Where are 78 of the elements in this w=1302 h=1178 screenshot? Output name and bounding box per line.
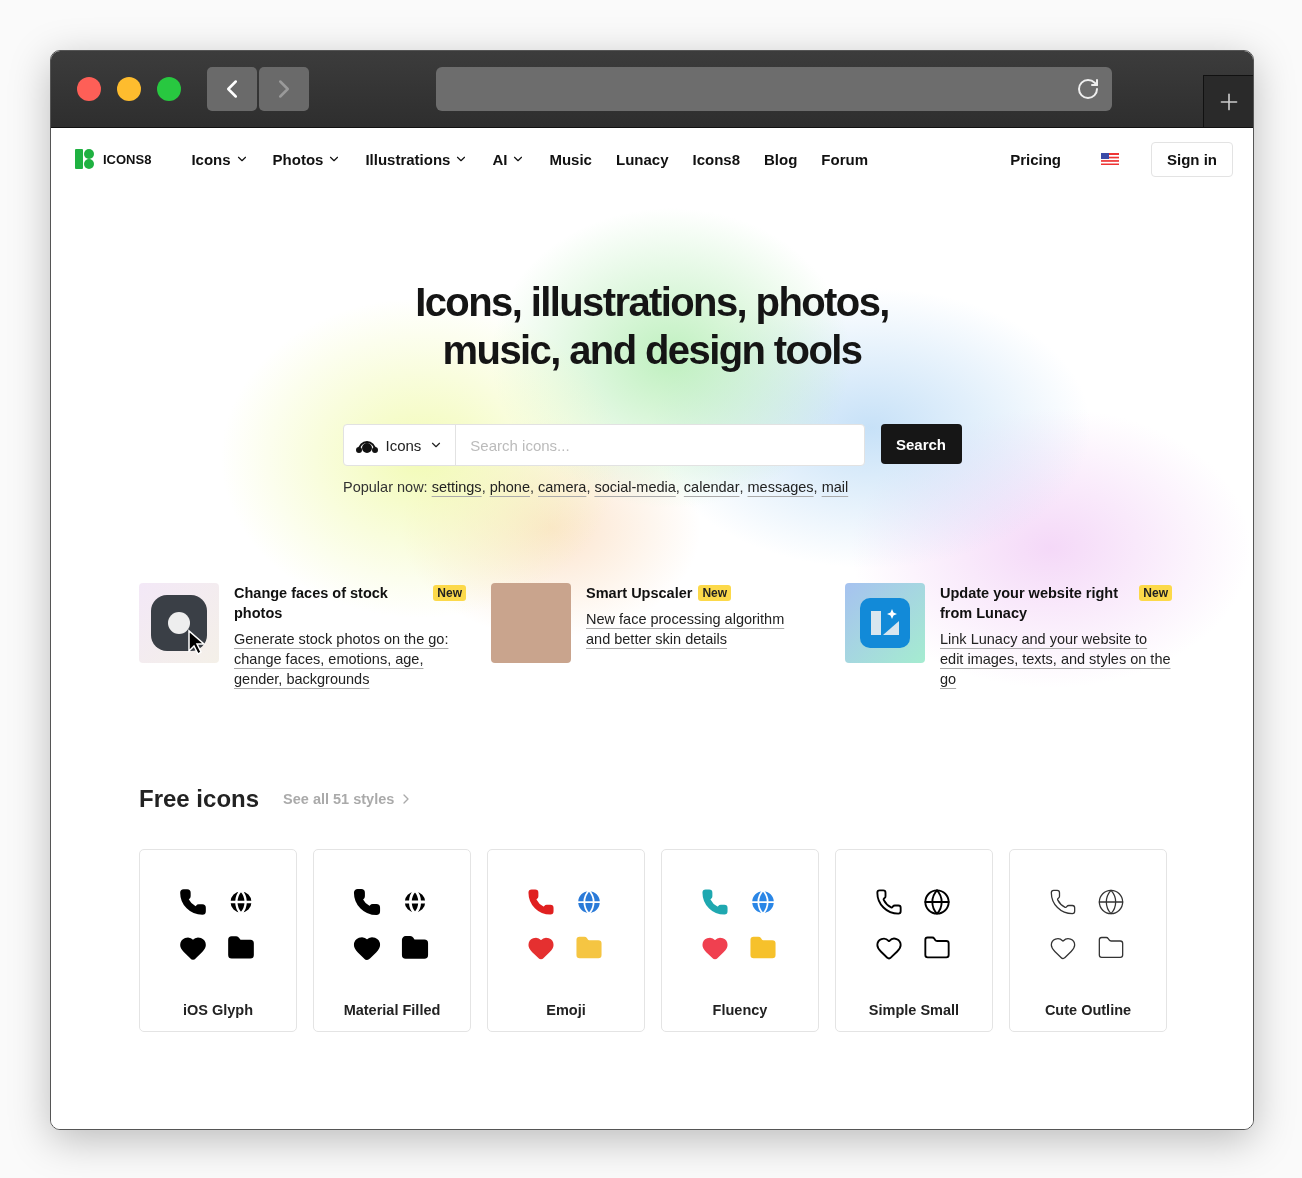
globe-icon: [749, 888, 777, 916]
feature-link[interactable]: New face processing algorithm and better skin details: [586, 609, 796, 649]
globe-icon: [1097, 888, 1125, 916]
logo-icon[interactable]: [75, 149, 95, 169]
separator: ,: [481, 479, 486, 495]
style-name: Simple Small: [868, 1002, 960, 1018]
search-field[interactable]: Icons Search icons...: [342, 424, 865, 466]
new-badge: New: [1139, 585, 1172, 601]
popular-search-link[interactable]: phone: [489, 479, 530, 495]
pricing-link[interactable]: Pricing: [1010, 150, 1061, 168]
flag-icon[interactable]: [1101, 153, 1119, 165]
feature-title: Smart Upscaler: [586, 584, 693, 603]
style-name: Fluency: [712, 1002, 768, 1018]
globe-icon: [923, 888, 951, 916]
new-tab-button[interactable]: [1203, 75, 1253, 127]
popular-label: Popular now:: [343, 479, 428, 495]
close-button[interactable]: [77, 77, 101, 101]
nav-link[interactable]: Illustrations: [365, 150, 469, 168]
popular-search-link[interactable]: social-media: [594, 479, 676, 495]
new-badge: New: [433, 585, 466, 601]
icon-style-card[interactable]: iOS Glyph: [139, 849, 297, 1032]
icon-style-card[interactable]: Cute Outline: [1009, 849, 1167, 1032]
icon-style-card[interactable]: Simple Small: [835, 849, 993, 1032]
back-button[interactable]: [207, 67, 257, 111]
nav-link[interactable]: AI: [492, 150, 526, 168]
globe-icon: [401, 888, 429, 916]
popular-search-link[interactable]: settings: [431, 479, 482, 495]
popular-search-link[interactable]: camera: [538, 479, 587, 495]
popular-search-link[interactable]: messages: [747, 479, 814, 495]
phone-icon: [527, 888, 555, 916]
reload-icon[interactable]: [1076, 77, 1100, 101]
icon-style-card[interactable]: Material Filled: [313, 849, 471, 1032]
popular-search-link[interactable]: mail: [821, 479, 849, 495]
phone-icon: [875, 888, 903, 916]
separator: ,: [586, 479, 591, 495]
phone-icon: [1049, 888, 1077, 916]
globe-icon: [227, 888, 255, 916]
nav-link[interactable]: Icons: [191, 150, 249, 168]
nav-link[interactable]: Lunacy: [615, 150, 669, 168]
nav-link[interactable]: Forum: [821, 150, 868, 168]
globe-icon: [575, 888, 603, 916]
sign-in-button[interactable]: Sign in: [1151, 141, 1233, 177]
feature-title: Update your website right from Lunacy: [940, 584, 1120, 623]
separator: ,: [739, 479, 744, 495]
phone-icon: [353, 888, 381, 916]
search-button[interactable]: Search: [880, 424, 962, 464]
popular-search-link[interactable]: calendar: [683, 479, 740, 495]
style-name: Emoji: [546, 1002, 586, 1018]
style-name: Material Filled: [343, 1002, 441, 1018]
separator: ,: [675, 479, 680, 495]
nav-link[interactable]: Blog: [764, 150, 798, 168]
section-title: Free icons: [139, 785, 260, 813]
icon-style-card[interactable]: Fluency: [661, 849, 819, 1032]
icon-style-card[interactable]: Emoji: [487, 849, 645, 1032]
phone-icon: [179, 888, 207, 916]
style-name: Cute Outline: [1044, 1002, 1132, 1018]
feature-link[interactable]: Link Lunacy and your website to edit images, texts, and styles on the go: [940, 629, 1172, 689]
hero-title: Icons, illustrations, photos, music, and design tools: [415, 279, 889, 374]
folder-icon: [401, 934, 429, 962]
app-icon: [139, 583, 219, 663]
new-badge: New: [698, 585, 732, 601]
maximize-button[interactable]: [157, 77, 181, 101]
category-dropdown[interactable]: Icons: [343, 425, 457, 465]
separator: ,: [530, 479, 534, 495]
nav-link[interactable]: Photos: [272, 150, 342, 168]
nav-link[interactable]: Icons8: [692, 150, 740, 168]
phone-icon: [701, 888, 729, 916]
logo-text[interactable]: ICONS8: [103, 151, 152, 167]
nav-link[interactable]: Music: [549, 150, 592, 168]
heart-icon: [179, 934, 207, 962]
feature-title: Change faces of stock photos: [234, 584, 389, 623]
separator: ,: [813, 479, 818, 495]
minimize-button[interactable]: [117, 77, 141, 101]
style-name: iOS Glyph: [182, 1002, 254, 1018]
heart-icon: [353, 934, 381, 962]
app-icon: [845, 583, 925, 663]
feature-link[interactable]: Generate stock photos on the go: change faces, emotions, age, gender, backgrounds: [234, 629, 466, 689]
folder-icon: [227, 934, 255, 962]
